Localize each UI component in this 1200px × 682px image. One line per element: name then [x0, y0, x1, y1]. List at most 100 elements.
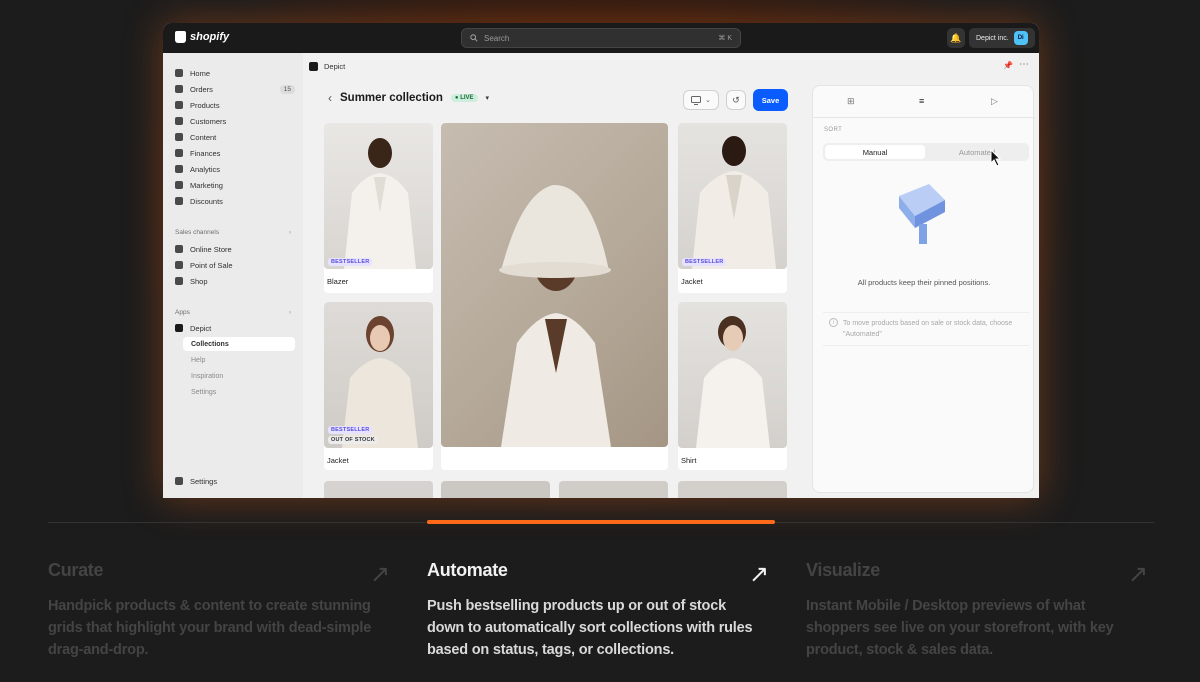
sidebar-item-label: Content	[190, 132, 217, 142]
content-icon	[175, 133, 183, 141]
sidebar-item-point-of-sale[interactable]: Point of Sale	[175, 258, 295, 272]
section-label-text: Sales channels	[175, 229, 220, 236]
chevron-right-icon: ›	[288, 229, 291, 236]
sort-automated-option[interactable]: Automated	[927, 145, 1027, 159]
sort-rules-icon[interactable]: ≡	[919, 96, 924, 106]
back-arrow-icon[interactable]: ‹	[328, 91, 332, 105]
sidebar-item-settings[interactable]: Settings	[175, 474, 295, 488]
target-icon	[175, 181, 183, 189]
store-menu-button[interactable]: Depict inc. Di	[969, 28, 1035, 48]
sidebar-item-home[interactable]: Home	[175, 66, 295, 80]
feature-description: Instant Mobile / Desktop previews of wha…	[806, 598, 1114, 658]
app-header: Depict 📌 ⋯	[303, 53, 1039, 81]
product-card-jacket-2[interactable]: BESTSELLER OUT OF STOCK Jacket	[324, 302, 433, 470]
top-bar: shopify Search ⌘ K 🔔 Depict inc. Di	[163, 23, 1039, 53]
gear-icon	[175, 477, 183, 485]
model-illustration	[344, 138, 416, 269]
sidebar-item-label: Help	[191, 356, 206, 364]
desktop-icon	[691, 95, 702, 105]
shopify-bag-icon	[175, 31, 186, 43]
discount-icon	[175, 197, 183, 205]
feature-curate[interactable]: Curate ↗ Handpick products & content to …	[48, 560, 390, 661]
app-name: Depict	[324, 62, 346, 71]
pin-icon[interactable]: 📌	[1003, 61, 1013, 70]
sidebar-item-online-store[interactable]: Online Store	[175, 242, 295, 256]
model-illustration	[696, 316, 770, 448]
bestseller-tag: BESTSELLER	[328, 258, 373, 266]
product-card-partial[interactable]	[441, 481, 550, 498]
sidebar-item-content[interactable]: Content	[175, 130, 295, 144]
product-card-partial[interactable]	[678, 481, 787, 498]
sort-manual-option[interactable]: Manual	[825, 145, 925, 159]
out-of-stock-tag: OUT OF STOCK	[328, 436, 378, 444]
page-header: ‹ Summer collection ● LIVE ▾	[328, 91, 489, 105]
sidebar-subitem-inspiration[interactable]: Inspiration	[191, 369, 223, 383]
orders-count-badge: 15	[279, 84, 295, 94]
home-icon	[175, 69, 183, 77]
product-card-partial[interactable]	[324, 481, 433, 498]
sidebar-item-customers[interactable]: Customers	[175, 114, 295, 128]
notifications-bell-icon[interactable]: 🔔	[947, 28, 965, 48]
sidebar-item-shop[interactable]: Shop	[175, 274, 295, 288]
sidebar-subitem-help[interactable]: Help	[191, 353, 205, 367]
active-feature-indicator	[427, 520, 775, 524]
more-options-icon[interactable]: ⋯	[1019, 59, 1029, 70]
sidebar-item-label: Analytics	[190, 164, 221, 174]
sidebar-item-discounts[interactable]: Discounts	[175, 194, 295, 208]
depict-icon	[175, 324, 183, 332]
sidebar-item-marketing[interactable]: Marketing	[175, 178, 295, 192]
sidebar-subitem-collections[interactable]: Collections	[183, 337, 295, 351]
chart-icon	[175, 165, 183, 173]
add-block-icon[interactable]: ⊞	[847, 96, 855, 107]
sidebar-item-finances[interactable]: Finances	[175, 146, 295, 160]
hero-image	[441, 123, 668, 447]
product-image	[678, 302, 787, 448]
feature-visualize[interactable]: Visualize ↗ Instant Mobile / Desktop pre…	[806, 560, 1148, 661]
sidebar-item-products[interactable]: Products	[175, 98, 295, 112]
sidebar-item-label: Inspiration	[191, 372, 224, 380]
store-avatar: Di	[1013, 31, 1028, 45]
sidebar-item-label: Discounts	[190, 196, 223, 206]
product-card-blazer[interactable]: BESTSELLER Blazer	[324, 123, 433, 293]
person-icon	[175, 117, 183, 125]
product-card-jacket-1[interactable]: BESTSELLER Jacket	[678, 123, 787, 293]
product-label: Jacket	[681, 277, 703, 286]
shopify-logo[interactable]: shopify	[175, 31, 229, 43]
info-icon: i	[829, 318, 838, 327]
sidebar-item-orders[interactable]: Orders 15	[175, 82, 295, 96]
info-note-text: To move products based on sale or stock …	[843, 320, 1013, 338]
orders-icon	[175, 85, 183, 93]
sidebar-item-label: Customers	[190, 116, 227, 126]
product-card-partial[interactable]	[559, 481, 668, 498]
sidebar-item-depict[interactable]: Depict	[175, 321, 295, 335]
app-window: shopify Search ⌘ K 🔔 Depict inc. Di Home…	[163, 23, 1039, 498]
model-illustration	[692, 136, 776, 269]
chevron-down-icon[interactable]: ▾	[486, 94, 490, 102]
bestseller-tag: BESTSELLER	[328, 426, 373, 434]
sidebar-item-label: Shop	[190, 276, 208, 286]
product-image	[678, 123, 787, 269]
save-button[interactable]: Save	[753, 89, 788, 111]
sidebar-item-label: Orders	[190, 84, 213, 94]
content-card-hero[interactable]	[441, 123, 668, 470]
undo-button[interactable]: ↺	[726, 90, 746, 110]
search-input[interactable]: Search ⌘ K	[461, 28, 741, 48]
feature-title: Visualize	[806, 560, 881, 580]
product-label: Shirt	[681, 456, 697, 465]
sidebar-item-label: Point of Sale	[190, 260, 233, 270]
section-label-text: Apps	[175, 309, 190, 316]
device-preview-select[interactable]: ⌄	[683, 90, 719, 110]
apps-heading[interactable]: Apps ›	[175, 309, 291, 316]
sidebar-subitem-settings[interactable]: Settings	[191, 385, 216, 399]
panel-tabs: ⊞ ≡ ▷	[813, 86, 1035, 118]
sidebar-item-label: Products	[190, 100, 220, 110]
sidebar-item-analytics[interactable]: Analytics	[175, 162, 295, 176]
product-card-shirt[interactable]: Shirt	[678, 302, 787, 470]
panel-message: All products keep their pinned positions…	[857, 278, 991, 287]
feature-automate[interactable]: Automate ↗ Push bestselling products up …	[427, 560, 769, 661]
sidebar-item-label: Collections	[191, 340, 229, 348]
feature-description: Handpick products & content to create st…	[48, 598, 372, 658]
feature-title: Curate	[48, 560, 104, 580]
sales-channels-heading[interactable]: Sales channels ›	[175, 229, 291, 236]
play-preview-icon[interactable]: ▷	[991, 96, 998, 107]
